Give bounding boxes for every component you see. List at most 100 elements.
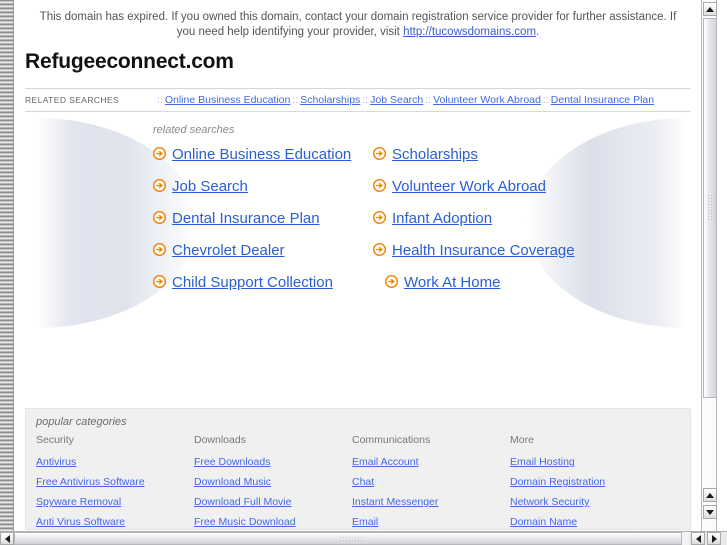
category-column-downloads: Downloads Free Downloads Download Music … <box>194 434 352 529</box>
page-title: Refugeeconnect.com <box>25 50 234 73</box>
related-link-item[interactable]: Volunteer Work Abroad <box>372 176 613 197</box>
category-link[interactable]: Domain Name <box>510 512 690 529</box>
link-row: Job Search Volunteer Work Abroad <box>152 176 613 197</box>
related-link-label[interactable]: Infant Adoption <box>392 208 492 229</box>
category-link[interactable]: Domain Registration <box>510 472 690 492</box>
related-link-label[interactable]: Chevrolet Dealer <box>172 240 285 261</box>
category-heading: Communications <box>352 434 431 446</box>
rs-bar-link-1[interactable]: Scholarships <box>300 94 360 106</box>
category-link[interactable]: Email Hosting <box>510 452 690 472</box>
related-searches-main: related searches Online Business Educati… <box>25 118 691 408</box>
tucowsdomains-link[interactable]: http://tucowsdomains.com <box>403 26 536 38</box>
category-column-communications: Communications Email Account Chat Instan… <box>352 434 510 529</box>
related-link-item[interactable]: Dental Insurance Plan <box>152 208 373 229</box>
separator: :: <box>157 94 163 106</box>
link-row: Dental Insurance Plan Infant Adoption <box>152 208 613 229</box>
category-link[interactable]: Spyware Removal <box>36 492 194 512</box>
related-searches-label: RELATED SEARCHES <box>25 95 120 105</box>
separator: :: <box>542 94 549 106</box>
category-link[interactable]: Free Music Download <box>194 512 352 529</box>
separator: :: <box>362 94 369 106</box>
category-link[interactable]: Anti Virus Software <box>36 512 194 529</box>
popular-categories-panel: popular categories Security Antivirus Fr… <box>25 408 691 530</box>
triangle-down-icon <box>706 509 714 515</box>
related-link-label[interactable]: Dental Insurance Plan <box>172 208 320 229</box>
category-link[interactable]: Free Antivirus Software <box>36 472 194 492</box>
category-heading: More <box>510 434 534 446</box>
category-link[interactable]: Download Music <box>194 472 352 492</box>
category-heading: Security <box>36 434 74 446</box>
scrollbar-grip-icon <box>339 536 363 543</box>
horizontal-scrollbar[interactable] <box>0 531 727 545</box>
related-link-label[interactable]: Health Insurance Coverage <box>392 240 575 261</box>
related-link-label[interactable]: Online Business Education <box>172 144 351 165</box>
window-right-edge <box>717 0 727 531</box>
arrow-circle-icon <box>384 274 399 289</box>
scroll-left-button-secondary[interactable] <box>691 532 705 545</box>
horizontal-scrollbar-track[interactable] <box>14 532 689 545</box>
related-link-item[interactable]: Infant Adoption <box>372 208 613 229</box>
rs-bar-link-4[interactable]: Dental Insurance Plan <box>551 94 654 106</box>
link-row: Online Business Education Scholarships <box>152 144 613 165</box>
related-link-item[interactable]: Work At Home <box>384 272 613 293</box>
separator: :: <box>292 94 299 106</box>
page-viewport: This domain has expired. If you owned th… <box>15 0 701 531</box>
arrow-circle-icon <box>152 274 167 289</box>
arrow-circle-icon <box>152 146 167 161</box>
arrow-circle-icon <box>152 242 167 257</box>
horizontal-scrollbar-thumb[interactable] <box>14 532 682 545</box>
related-link-label[interactable]: Child Support Collection <box>172 272 333 293</box>
separator: :: <box>425 94 432 106</box>
window-left-edge <box>0 0 14 531</box>
arrow-circle-icon <box>372 146 387 161</box>
triangle-left-icon <box>695 534 701 543</box>
popular-categories-caption: popular categories <box>36 416 127 428</box>
scroll-up-button[interactable] <box>703 2 717 16</box>
category-link[interactable]: Free Downloads <box>194 452 352 472</box>
category-heading: Downloads <box>194 434 246 446</box>
notice-text-after: . <box>536 26 540 38</box>
related-link-item[interactable]: Job Search <box>152 176 373 197</box>
triangle-left-icon <box>4 534 10 543</box>
triangle-up-icon <box>706 492 714 498</box>
category-link[interactable]: Chat <box>352 472 510 492</box>
scroll-down-button[interactable] <box>703 505 717 519</box>
related-link-label[interactable]: Job Search <box>172 176 248 197</box>
category-link[interactable]: Instant Messenger <box>352 492 510 512</box>
browser-window: This domain has expired. If you owned th… <box>0 0 727 545</box>
related-link-item[interactable]: Online Business Education <box>152 144 373 165</box>
scroll-right-button[interactable] <box>707 532 721 545</box>
category-link[interactable]: Antivirus <box>36 452 194 472</box>
vertical-scrollbar-thumb[interactable] <box>703 18 717 398</box>
notice-text-before: This domain has expired. If you owned th… <box>39 11 677 38</box>
domain-expired-notice: This domain has expired. If you owned th… <box>15 0 701 44</box>
link-row: Child Support Collection Work At Home <box>152 272 613 293</box>
category-column-security: Security Antivirus Free Antivirus Softwa… <box>36 434 194 529</box>
scroll-up-button-secondary[interactable] <box>703 488 717 502</box>
rs-bar-link-3[interactable]: Volunteer Work Abroad <box>433 94 541 106</box>
related-link-item[interactable]: Scholarships <box>372 144 613 165</box>
rs-bar-link-0[interactable]: Online Business Education <box>165 94 291 106</box>
category-link[interactable]: Email <box>352 512 510 529</box>
popular-categories-columns: Security Antivirus Free Antivirus Softwa… <box>36 434 690 529</box>
related-link-item[interactable]: Child Support Collection <box>152 272 385 293</box>
related-link-label[interactable]: Scholarships <box>392 144 478 165</box>
category-link[interactable]: Email Account <box>352 452 510 472</box>
related-searches-bar: RELATED SEARCHES :: Online Business Educ… <box>25 88 691 112</box>
related-link-label[interactable]: Work At Home <box>404 272 500 293</box>
arrow-circle-icon <box>372 242 387 257</box>
category-link[interactable]: Network Security <box>510 492 690 512</box>
scroll-corner-buttons <box>691 532 727 545</box>
related-link-label[interactable]: Volunteer Work Abroad <box>392 176 546 197</box>
rs-bar-link-2[interactable]: Job Search <box>370 94 423 106</box>
scroll-left-button[interactable] <box>0 532 14 545</box>
vertical-scrollbar[interactable] <box>701 0 717 531</box>
link-row: Chevrolet Dealer Health Insurance Covera… <box>152 240 613 261</box>
related-link-item[interactable]: Chevrolet Dealer <box>152 240 373 261</box>
arrow-circle-icon <box>372 178 387 193</box>
category-link[interactable]: Download Full Movie <box>194 492 352 512</box>
related-link-item[interactable]: Health Insurance Coverage <box>372 240 613 261</box>
category-column-more: More Email Hosting Domain Registration N… <box>510 434 690 529</box>
arrow-circle-icon <box>152 210 167 225</box>
related-searches-grid: Online Business Education Scholarships J… <box>152 144 613 293</box>
